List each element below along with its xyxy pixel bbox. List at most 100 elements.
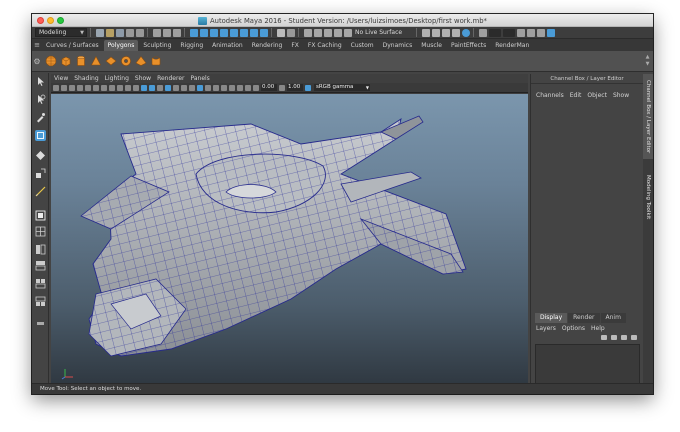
- exposure-icon[interactable]: [253, 84, 259, 91]
- y-field[interactable]: [503, 28, 516, 37]
- snap-to-points-icon[interactable]: [324, 28, 332, 37]
- viewport-menu-lighting[interactable]: Lighting: [105, 75, 129, 82]
- paint-select-tool-icon[interactable]: [35, 112, 46, 123]
- layer-tab-anim[interactable]: Anim: [600, 313, 626, 323]
- wireframe-icon[interactable]: [141, 84, 147, 91]
- lasso-tool-icon[interactable]: [35, 94, 46, 105]
- shelf-tab-painteffects[interactable]: PaintEffects: [447, 40, 490, 51]
- redo-icon[interactable]: [136, 28, 144, 37]
- poly-sphere-icon[interactable]: [45, 55, 57, 67]
- single-view-layout-icon[interactable]: [35, 210, 46, 221]
- new-scene-icon[interactable]: [96, 28, 104, 37]
- select-hierarchy-icon[interactable]: [153, 28, 161, 37]
- viewport-menu-renderer[interactable]: Renderer: [157, 75, 184, 82]
- ambient-occlusion-icon[interactable]: [221, 84, 227, 91]
- poly-pyramid-icon[interactable]: [135, 55, 147, 67]
- shelf-tab-polygons[interactable]: Polygons: [103, 40, 139, 51]
- gamma-icon[interactable]: [279, 84, 285, 91]
- construction-history-icon[interactable]: [422, 28, 431, 37]
- move-tool-icon[interactable]: [35, 130, 46, 141]
- channel-box-menu-show[interactable]: Show: [613, 92, 629, 99]
- move-layer-down-icon[interactable]: [611, 335, 617, 340]
- shelf-tab-fx-caching[interactable]: FX Caching: [304, 40, 346, 51]
- layer-menu-help[interactable]: Help: [591, 325, 605, 332]
- camera-attributes-icon[interactable]: [61, 84, 67, 91]
- safe-title-icon[interactable]: [133, 84, 139, 91]
- rotate-tool-icon[interactable]: [35, 150, 46, 161]
- x-field[interactable]: [489, 28, 502, 37]
- layer-tab-display[interactable]: Display: [535, 313, 568, 323]
- film-gate-icon[interactable]: [93, 84, 99, 91]
- shelf-tab-sculpting[interactable]: Sculpting: [139, 40, 175, 51]
- layout-hypershade-icon[interactable]: [35, 278, 46, 289]
- open-scene-icon[interactable]: [106, 28, 114, 37]
- highlight-selection-icon[interactable]: [287, 28, 295, 37]
- viewport-menu-shading[interactable]: Shading: [74, 75, 98, 82]
- save-scene-icon[interactable]: [116, 28, 124, 37]
- perspective-viewport[interactable]: persp: [51, 94, 528, 394]
- layer-list[interactable]: [535, 344, 640, 384]
- gate-mask-icon[interactable]: [109, 84, 115, 91]
- collapse-panel-icon[interactable]: [35, 318, 46, 329]
- render-current-frame-icon[interactable]: [432, 28, 441, 37]
- toggle-attribute-editor-icon[interactable]: [527, 28, 536, 37]
- layout-persp-graph-icon[interactable]: [35, 260, 46, 271]
- layer-menu-options[interactable]: Options: [562, 325, 585, 332]
- last-tool-icon[interactable]: [35, 186, 46, 197]
- shelf-tab-rendering[interactable]: Rendering: [248, 40, 287, 51]
- toggle-tool-settings-icon[interactable]: [537, 28, 546, 37]
- select-by-curve-icon[interactable]: [210, 28, 218, 37]
- snap-to-curves-icon[interactable]: [314, 28, 322, 37]
- four-view-layout-icon[interactable]: [35, 226, 46, 237]
- menu-set-select[interactable]: Modeling: [35, 28, 87, 37]
- wireframe-on-shaded-icon[interactable]: [165, 84, 171, 91]
- shelf-tab-renderman[interactable]: RenderMan: [491, 40, 533, 51]
- poly-torus-icon[interactable]: [120, 55, 132, 67]
- new-layer-selected-icon[interactable]: [631, 335, 637, 340]
- layer-menu-layers[interactable]: Layers: [536, 325, 556, 332]
- smooth-shade-icon[interactable]: [149, 84, 155, 91]
- textured-icon[interactable]: [173, 84, 179, 91]
- select-component-icon[interactable]: [173, 28, 181, 37]
- undo-icon[interactable]: [126, 28, 134, 37]
- field-chart-icon[interactable]: [117, 84, 123, 91]
- exposure-field[interactable]: 0.00: [261, 84, 277, 91]
- poly-cone-icon[interactable]: [90, 55, 102, 67]
- input-box-icon[interactable]: [479, 28, 488, 37]
- default-material-icon[interactable]: [157, 84, 163, 91]
- hypershade-icon[interactable]: [462, 28, 471, 37]
- lock-selection-icon[interactable]: [277, 28, 285, 37]
- shelf-tab-animation[interactable]: Animation: [208, 40, 247, 51]
- poly-pipe-icon[interactable]: [150, 55, 162, 67]
- select-by-dynamic-icon[interactable]: [240, 28, 248, 37]
- select-by-deformer-icon[interactable]: [230, 28, 238, 37]
- select-by-joint-icon[interactable]: [200, 28, 208, 37]
- select-camera-icon[interactable]: [53, 84, 59, 91]
- snap-to-view-planes-icon[interactable]: [334, 28, 342, 37]
- grid-toggle-icon[interactable]: [85, 84, 91, 91]
- use-all-lights-icon[interactable]: [181, 84, 187, 91]
- select-by-surface-icon[interactable]: [220, 28, 228, 37]
- move-layer-up-icon[interactable]: [601, 335, 607, 340]
- poly-cube-icon[interactable]: [60, 55, 72, 67]
- viewport-menu-view[interactable]: View: [54, 75, 68, 82]
- xray-joints-icon[interactable]: [205, 84, 211, 91]
- scale-tool-icon[interactable]: [35, 168, 46, 179]
- channel-box-menu-channels[interactable]: Channels: [536, 92, 564, 99]
- motion-blur-icon[interactable]: [229, 84, 235, 91]
- tab-channel-box-layer-editor[interactable]: Channel Box / Layer Editor: [643, 74, 653, 159]
- xray-icon[interactable]: [197, 84, 203, 91]
- select-by-rendering-icon[interactable]: [250, 28, 258, 37]
- view-transform-select[interactable]: sRGB gamma: [314, 84, 370, 91]
- depth-of-field-icon[interactable]: [245, 84, 251, 91]
- channel-box-menu-object[interactable]: Object: [587, 92, 607, 99]
- select-object-icon[interactable]: [163, 28, 171, 37]
- toggle-channel-box-icon[interactable]: [547, 28, 556, 37]
- render-settings-icon[interactable]: [452, 28, 461, 37]
- layer-tab-render[interactable]: Render: [568, 313, 600, 323]
- isolate-select-icon[interactable]: [213, 84, 219, 91]
- select-tool-icon[interactable]: [35, 76, 46, 87]
- shelf-scroll-arrows[interactable]: ▲ ▼: [644, 54, 651, 68]
- anti-aliasing-icon[interactable]: [237, 84, 243, 91]
- channel-box-menu-edit[interactable]: Edit: [570, 92, 582, 99]
